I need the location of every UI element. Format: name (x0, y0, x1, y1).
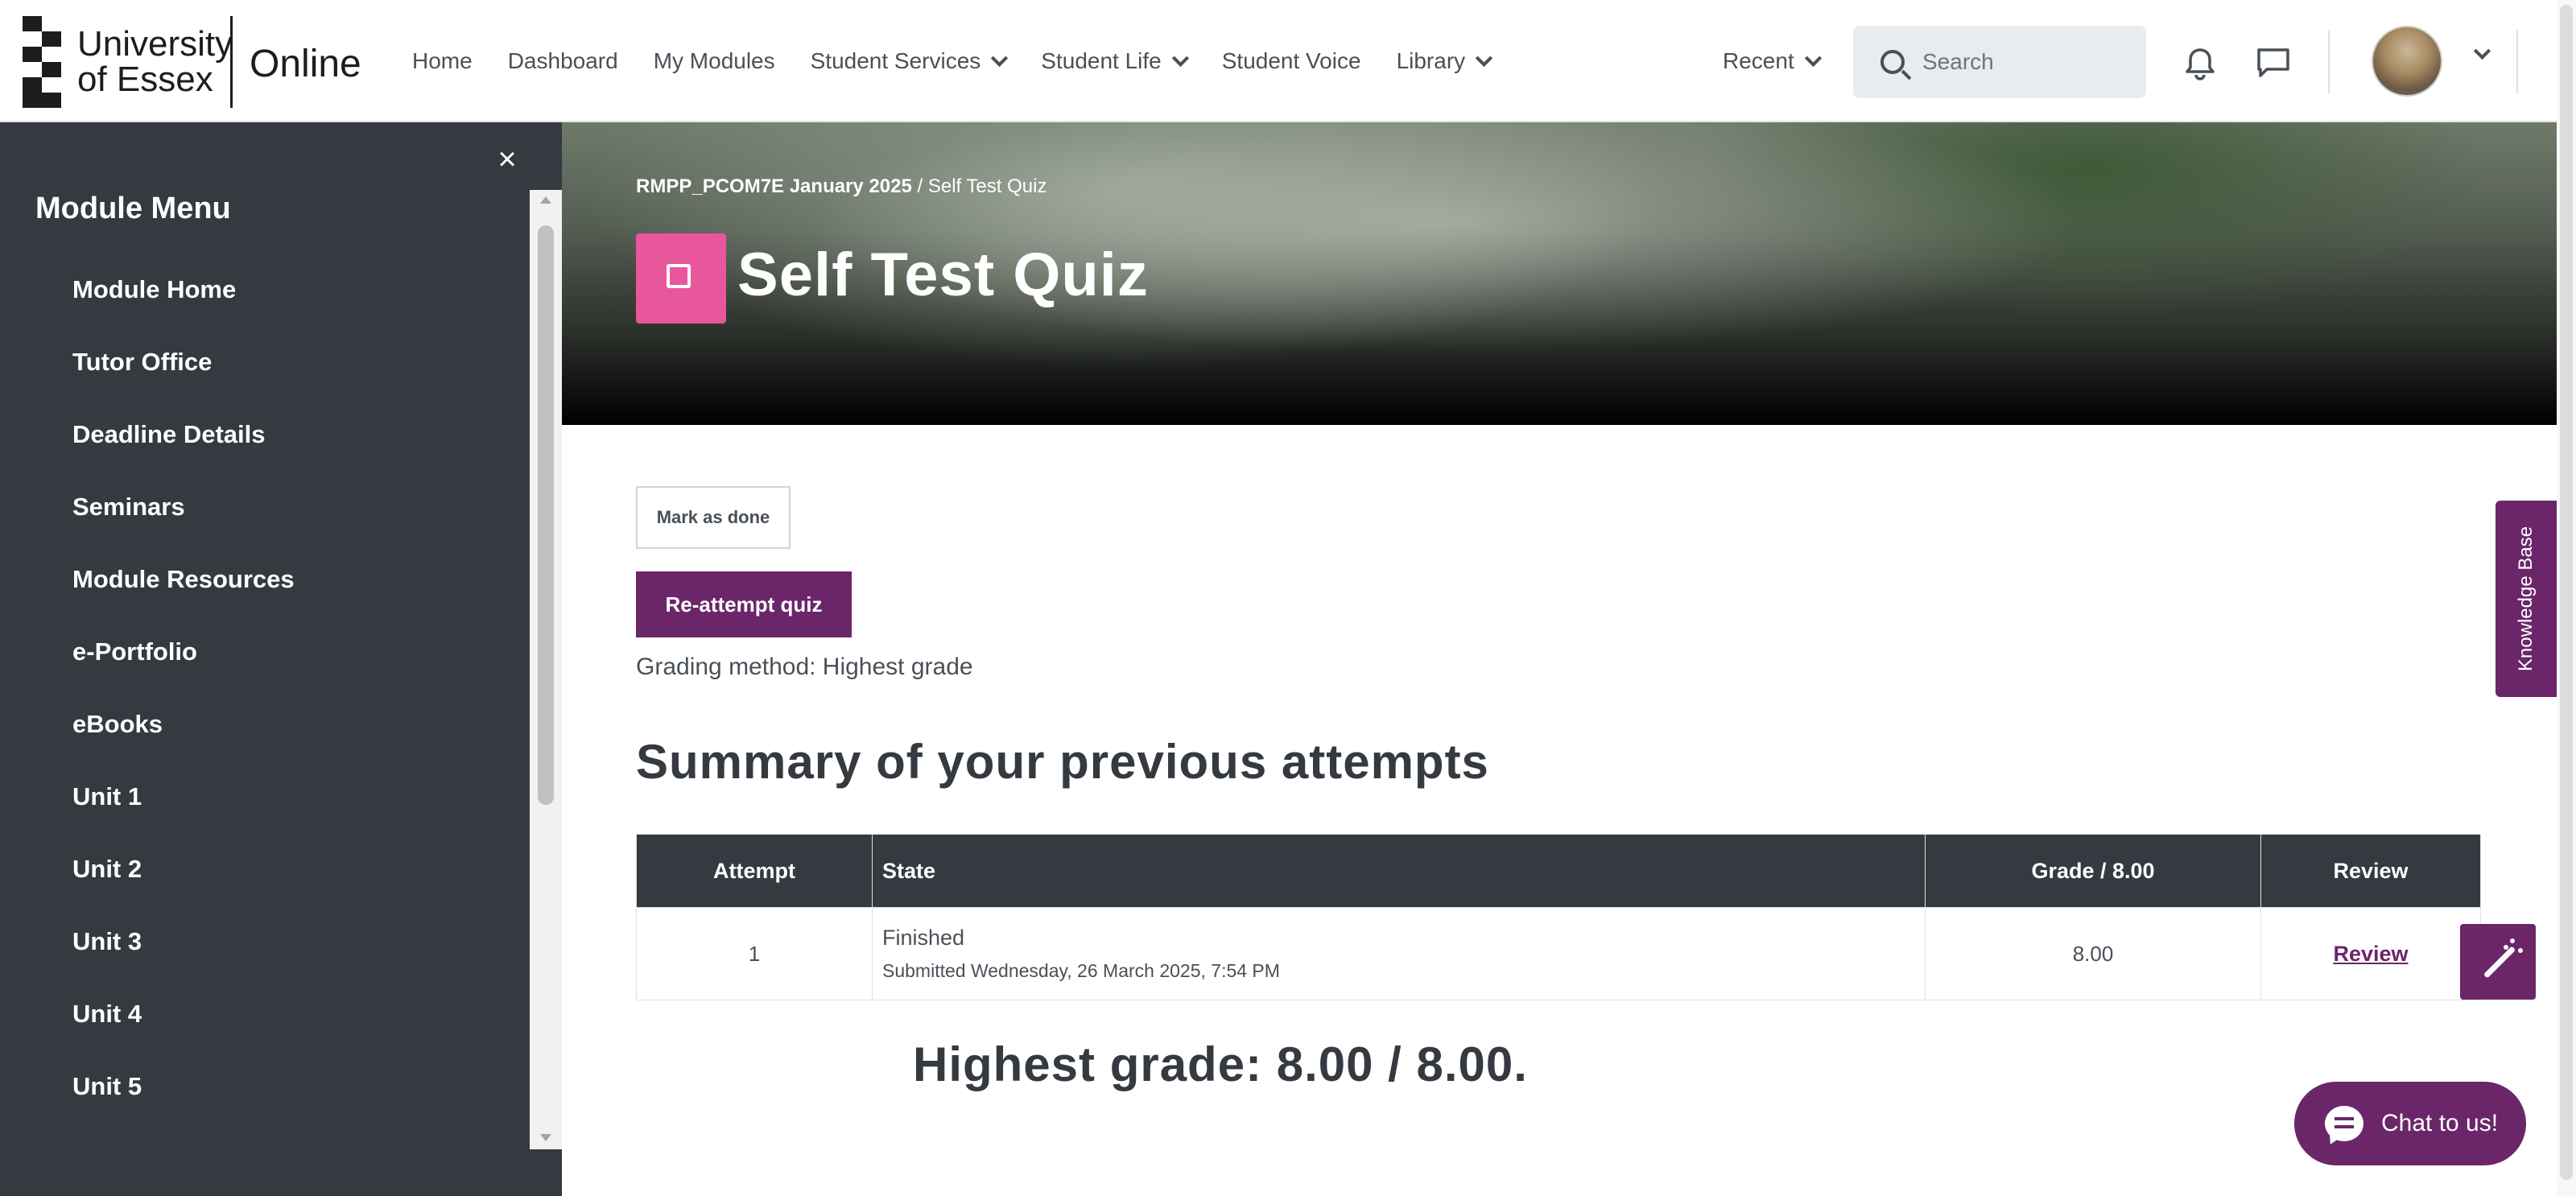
table-header-row: Attempt State Grade / 8.00 Review (636, 834, 2481, 908)
menu-item-unit-1[interactable]: Unit 1 (72, 776, 295, 848)
banner-background-image (803, 122, 2091, 356)
chevron-down-icon (1476, 49, 1493, 67)
nav-home[interactable]: Home (412, 48, 473, 74)
sparkle-icon (2518, 948, 2523, 953)
chat-to-us-label: Chat to us! (2381, 1110, 2499, 1136)
quiz-icon (636, 233, 726, 324)
table-row: 1 Finished Submitted Wednesday, 26 March… (636, 907, 2481, 1000)
nav-student-services[interactable]: Student Services (810, 48, 1009, 74)
logo-wordmark: University of Essex (77, 27, 233, 97)
nav-my-modules[interactable]: My Modules (654, 48, 775, 74)
drawer-menu-list: Module Home Tutor Office Deadline Detail… (72, 269, 295, 1138)
column-header-review: Review (2260, 834, 2481, 908)
column-header-state: State (872, 834, 1926, 908)
search-placeholder: Search (1922, 49, 1994, 74)
module-menu-drawer: × Module Menu Module Home Tutor Office D… (0, 122, 562, 1196)
nav-home-label: Home (412, 48, 473, 73)
scroll-down-icon[interactable] (540, 1134, 551, 1141)
column-header-attempt: Attempt (636, 834, 873, 908)
attempt-review-cell: Review (2260, 907, 2481, 1000)
avatar[interactable] (2372, 26, 2442, 97)
chat-bubble-icon (2325, 1106, 2363, 1141)
top-navbar: University of Essex Online Home Dashboar… (0, 0, 2576, 122)
checkbox-icon (667, 264, 691, 288)
drawer-scrollbar[interactable] (530, 190, 562, 1149)
menu-item-module-resources[interactable]: Module Resources (72, 559, 295, 631)
menu-item-unit-5[interactable]: Unit 5 (72, 1066, 295, 1138)
highest-grade-summary: Highest grade: 8.00 / 8.00. (913, 1037, 1528, 1091)
chevron-down-icon (991, 49, 1009, 67)
menu-item-deadline-details[interactable]: Deadline Details (72, 414, 295, 486)
menu-item-e-portfolio[interactable]: e-Portfolio (72, 631, 295, 703)
nav-student-services-label: Student Services (810, 48, 981, 73)
university-logo[interactable]: University of Essex Online (23, 16, 361, 108)
review-link[interactable]: Review (2333, 942, 2408, 966)
logo-line1: University (77, 24, 233, 64)
knowledge-base-label: Knowledge Base (2515, 526, 2537, 672)
nav-student-life[interactable]: Student Life (1041, 48, 1189, 74)
page-scrollbar[interactable] (2557, 0, 2576, 1196)
chat-to-us-button[interactable]: Chat to us! (2294, 1082, 2526, 1165)
magic-wand-icon (2483, 946, 2516, 979)
attempts-table: Attempt State Grade / 8.00 Review 1 Fini… (636, 834, 2481, 1000)
mark-as-done-button[interactable]: Mark as done (636, 486, 791, 549)
nav-student-voice-label: Student Voice (1221, 48, 1361, 73)
knowledge-base-tab[interactable]: Knowledge Base (2496, 501, 2557, 697)
menu-item-tutor-office[interactable]: Tutor Office (72, 341, 295, 414)
breadcrumb: RMPP_PCOM7E January 2025 / Self Test Qui… (636, 175, 1046, 198)
magic-wand-button[interactable] (2460, 924, 2536, 1000)
attempt-state: Finished Submitted Wednesday, 26 March 2… (872, 907, 1926, 1000)
nav-dashboard[interactable]: Dashboard (508, 48, 618, 74)
attempt-grade: 8.00 (1925, 907, 2261, 1000)
column-header-grade: Grade / 8.00 (1925, 834, 2261, 908)
menu-item-module-home[interactable]: Module Home (72, 269, 295, 341)
sparkle-icon (2504, 945, 2508, 950)
chat-icon[interactable] (2256, 47, 2291, 79)
search-input[interactable]: Search (1853, 26, 2146, 98)
attempts-summary-heading: Summary of your previous attempts (636, 735, 1489, 789)
recent-dropdown[interactable]: Recent (1723, 0, 1822, 122)
scroll-up-icon[interactable] (540, 196, 551, 204)
nav-dashboard-label: Dashboard (507, 48, 618, 73)
grading-method: Grading method: Highest grade (636, 654, 973, 680)
breadcrumb-separator: / (917, 175, 923, 197)
reattempt-quiz-button[interactable]: Re-attempt quiz (636, 571, 852, 637)
nav-divider (2328, 31, 2330, 93)
menu-item-unit-4[interactable]: Unit 4 (72, 993, 295, 1066)
nav-student-voice[interactable]: Student Voice (1222, 48, 1361, 74)
recent-label: Recent (1723, 48, 1794, 73)
nav-library-label: Library (1396, 48, 1466, 73)
nav-divider (2516, 31, 2518, 93)
chevron-down-icon (1804, 49, 1822, 67)
chevron-down-icon (1171, 49, 1189, 67)
menu-item-seminars[interactable]: Seminars (72, 486, 295, 559)
page-title: Self Test Quiz (737, 241, 1149, 309)
nav-student-life-label: Student Life (1041, 48, 1162, 73)
logo-divider (230, 16, 233, 108)
nav-my-modules-label: My Modules (653, 48, 775, 73)
drawer-scroll-thumb[interactable] (538, 225, 554, 805)
sparkle-icon (2510, 938, 2515, 943)
breadcrumb-current: Self Test Quiz (927, 175, 1047, 197)
drawer-title: Module Menu (35, 192, 231, 225)
primary-nav: Home Dashboard My Modules Student Servic… (394, 0, 1508, 122)
close-icon[interactable]: × (488, 140, 526, 179)
attempt-status: Finished (882, 926, 965, 950)
attempt-submitted-date: Submitted Wednesday, 26 March 2025, 7:54… (882, 960, 1280, 981)
menu-item-unit-2[interactable]: Unit 2 (72, 848, 295, 921)
breadcrumb-module-link[interactable]: RMPP_PCOM7E January 2025 (636, 175, 912, 197)
search-icon (1880, 50, 1905, 74)
bell-icon[interactable] (2182, 45, 2219, 82)
logo-mark-icon (23, 16, 63, 108)
nav-library[interactable]: Library (1396, 48, 1493, 74)
page-header-banner: RMPP_PCOM7E January 2025 / Self Test Qui… (562, 122, 2557, 425)
page-scroll-thumb[interactable] (2560, 5, 2573, 1180)
attempt-number: 1 (636, 907, 873, 1000)
chevron-down-icon[interactable] (2473, 42, 2491, 60)
menu-item-unit-3[interactable]: Unit 3 (72, 921, 295, 993)
logo-product: Online (250, 43, 361, 85)
logo-line2: of Essex (77, 60, 213, 99)
menu-item-ebooks[interactable]: eBooks (72, 703, 295, 776)
